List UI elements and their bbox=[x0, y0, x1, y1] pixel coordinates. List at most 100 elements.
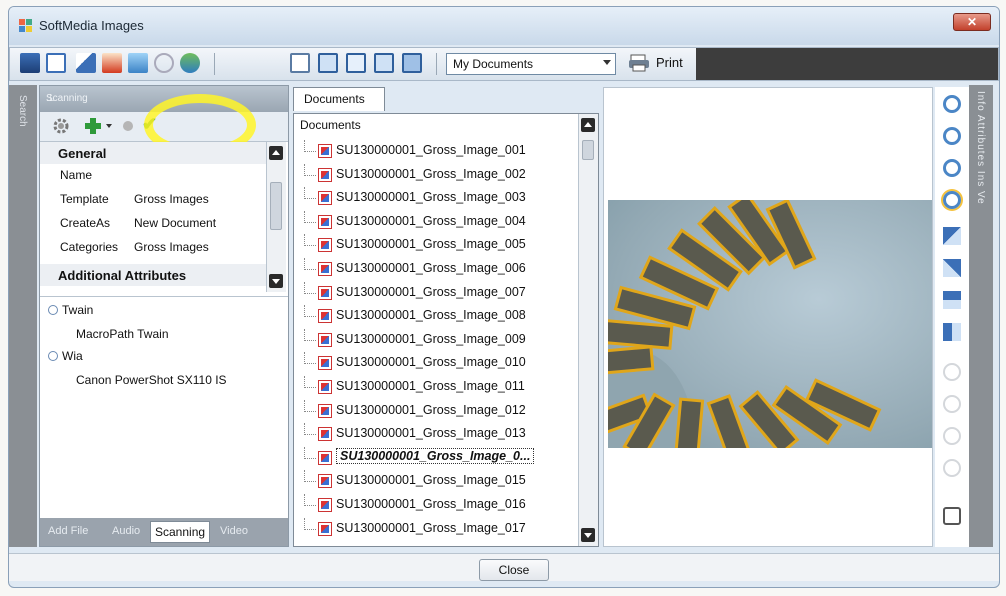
zoom-out-icon[interactable] bbox=[943, 127, 961, 145]
close-button[interactable]: Close bbox=[479, 559, 549, 581]
image-preview-pane bbox=[603, 87, 933, 547]
scanning-panel: Scanning ⊥ ✔ General Name Template Gross… bbox=[39, 85, 289, 547]
scroll-down-icon[interactable] bbox=[581, 528, 595, 542]
layout-4-icon[interactable] bbox=[374, 53, 394, 73]
tree-connector bbox=[304, 470, 316, 483]
tab-scanning[interactable]: Scanning bbox=[150, 521, 211, 543]
rotate-right-icon[interactable] bbox=[943, 259, 961, 277]
gross-image-preview[interactable] bbox=[608, 200, 932, 448]
info-attributes-label: Info Attributes Ins Ve bbox=[975, 91, 986, 205]
document-name: SU130000001_Gross_Image_010 bbox=[336, 355, 526, 370]
document-name: SU130000001_Gross_Image_005 bbox=[336, 237, 526, 252]
list-item[interactable]: SU130000001_Gross_Image_005 bbox=[298, 234, 574, 258]
list-item[interactable]: SU130000001_Gross_Image_017 bbox=[298, 517, 574, 542]
property-row-template[interactable]: Template Gross Images bbox=[40, 188, 270, 212]
image-document-icon bbox=[318, 309, 332, 324]
tree-node-wia[interactable]: Wia bbox=[48, 349, 83, 363]
image-document-icon bbox=[318, 261, 332, 276]
scroll-thumb[interactable] bbox=[582, 140, 594, 160]
property-row-createas[interactable]: CreateAs New Document bbox=[40, 212, 270, 236]
property-row-name[interactable]: Name bbox=[40, 164, 270, 188]
documents-scrollbar[interactable] bbox=[578, 114, 598, 546]
collapse-icon[interactable] bbox=[48, 305, 58, 315]
flip-horizontal-icon[interactable] bbox=[943, 323, 961, 341]
image-document-icon bbox=[318, 167, 332, 182]
list-item[interactable]: SU130000001_Gross_Image_009 bbox=[298, 328, 574, 353]
zoom-fit-icon[interactable] bbox=[943, 191, 961, 209]
printer-icon[interactable] bbox=[628, 54, 650, 72]
tab-audio[interactable]: Audio bbox=[112, 525, 140, 537]
list-item[interactable]: SU130000001_Gross_Image_016 bbox=[298, 493, 574, 518]
edit-icon[interactable] bbox=[76, 53, 96, 73]
view-large-icon[interactable] bbox=[20, 53, 40, 73]
tree-connector bbox=[304, 517, 316, 530]
scroll-up-icon[interactable] bbox=[581, 118, 595, 132]
tab-add-file[interactable]: Add File bbox=[48, 525, 88, 537]
list-item[interactable]: SU130000001_Gross_Image_011 bbox=[298, 375, 574, 400]
scroll-up-icon[interactable] bbox=[269, 146, 283, 160]
property-row-categories[interactable]: Categories Gross Images bbox=[40, 236, 270, 260]
list-item[interactable]: SU130000001_Gross_Image_007 bbox=[298, 281, 574, 306]
scroll-thumb[interactable] bbox=[270, 182, 282, 230]
tree-node-label: Canon PowerShot SX110 IS bbox=[76, 373, 227, 387]
list-item[interactable]: SU130000001_Gross_Image_001 bbox=[298, 140, 574, 164]
list-item[interactable]: SU130000001_Gross_Image_012 bbox=[298, 399, 574, 424]
print-button[interactable]: Print bbox=[656, 55, 683, 70]
gear-icon[interactable] bbox=[52, 117, 70, 135]
zoom-in-icon[interactable] bbox=[943, 95, 961, 113]
view-details-icon[interactable] bbox=[46, 53, 66, 73]
document-name: SU130000001_Gross_Image_007 bbox=[336, 284, 526, 299]
list-item[interactable]: SU130000001_Gross_Image_004 bbox=[298, 210, 574, 235]
image-document-icon bbox=[318, 191, 332, 206]
documents-items: SU130000001_Gross_Image_001 SU130000001_G… bbox=[298, 140, 574, 541]
sync-icon[interactable] bbox=[180, 53, 200, 73]
preview-tools bbox=[935, 87, 969, 547]
tree-node-canon[interactable]: Canon PowerShot SX110 IS bbox=[76, 373, 227, 387]
document-source-select[interactable]: My Documents bbox=[446, 53, 616, 75]
list-item[interactable]: SU130000001_Gross_Image_0... bbox=[298, 446, 574, 471]
list-item[interactable]: SU130000001_Gross_Image_013 bbox=[298, 423, 574, 447]
dialog-footer: Close bbox=[9, 553, 999, 581]
list-item[interactable]: SU130000001_Gross_Image_003 bbox=[298, 187, 574, 211]
additional-attributes-heading: Additional Attributes bbox=[40, 264, 270, 286]
collapse-icon[interactable] bbox=[48, 351, 58, 361]
list-item[interactable]: SU130000001_Gross_Image_006 bbox=[298, 257, 574, 282]
layout-1-icon[interactable] bbox=[290, 53, 310, 73]
list-item[interactable]: SU130000001_Gross_Image_015 bbox=[298, 470, 574, 494]
image-document-icon bbox=[318, 474, 332, 489]
flip-vertical-icon[interactable] bbox=[943, 291, 961, 309]
property-value: New Document bbox=[134, 216, 217, 230]
rotate-left-icon[interactable] bbox=[943, 227, 961, 245]
attach-icon[interactable] bbox=[154, 53, 174, 73]
disabled-tool-icon bbox=[120, 118, 136, 134]
tab-video[interactable]: Video bbox=[220, 525, 248, 537]
delete-document-icon[interactable] bbox=[102, 53, 122, 73]
eraser-icon[interactable] bbox=[943, 507, 961, 525]
document-name: SU130000001_Gross_Image_012 bbox=[336, 402, 526, 417]
scroll-down-icon[interactable] bbox=[269, 274, 283, 288]
tree-node-twain[interactable]: Twain bbox=[48, 303, 93, 317]
info-attributes-strip[interactable]: Info Attributes Ins Ve bbox=[969, 85, 993, 547]
properties-scrollbar[interactable] bbox=[266, 142, 286, 292]
list-item[interactable]: SU130000001_Gross_Image_002 bbox=[298, 163, 574, 188]
layout-3-icon[interactable] bbox=[346, 53, 366, 73]
list-item[interactable]: SU130000001_Gross_Image_010 bbox=[298, 352, 574, 376]
window-close-button[interactable]: ✕ bbox=[953, 13, 991, 31]
download-icon[interactable] bbox=[128, 53, 148, 73]
layout-2-icon[interactable] bbox=[318, 53, 338, 73]
chevron-down-icon[interactable] bbox=[106, 124, 112, 128]
image-document-icon bbox=[318, 450, 332, 465]
tree-node-label: Wia bbox=[62, 349, 83, 363]
image-document-icon bbox=[318, 285, 332, 300]
tab-documents[interactable]: Documents bbox=[293, 87, 385, 111]
document-name: SU130000001_Gross_Image_002 bbox=[336, 166, 526, 181]
tree-node-label: MacroPath Twain bbox=[76, 327, 169, 341]
tree-node-macropath-twain[interactable]: MacroPath Twain bbox=[76, 327, 169, 341]
tree-connector bbox=[304, 257, 316, 270]
title-bar: SoftMedia Images ✕ bbox=[9, 7, 999, 45]
add-icon[interactable] bbox=[84, 117, 102, 135]
search-strip[interactable]: Search bbox=[9, 85, 37, 547]
list-item[interactable]: SU130000001_Gross_Image_008 bbox=[298, 305, 574, 329]
layout-5-icon[interactable] bbox=[402, 53, 422, 73]
zoom-actual-icon[interactable] bbox=[943, 159, 961, 177]
